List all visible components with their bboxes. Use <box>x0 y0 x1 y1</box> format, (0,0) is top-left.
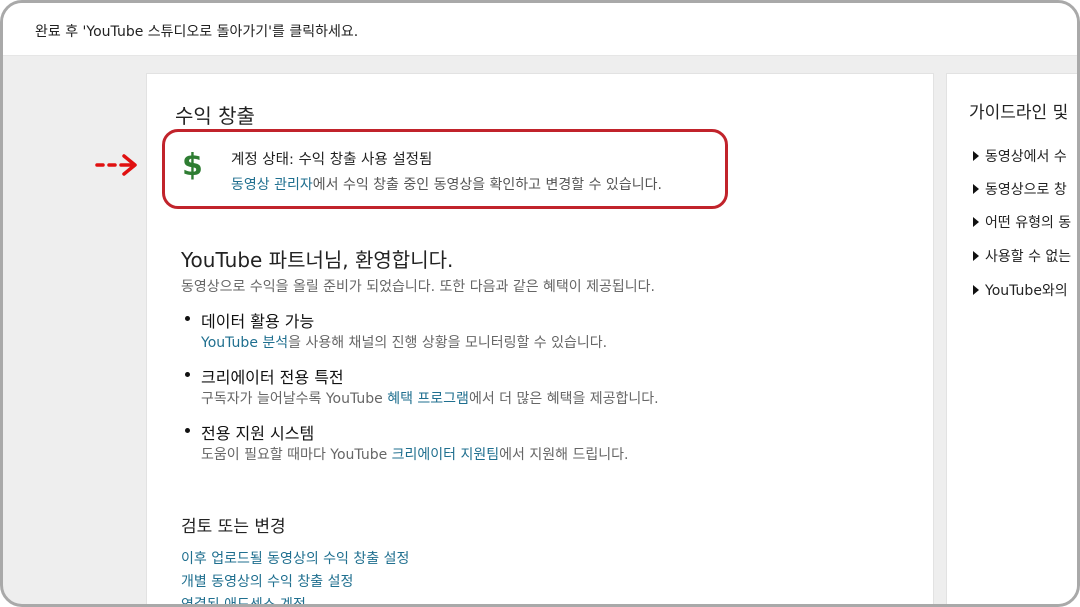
sidebar-item[interactable]: 어떤 유형의 동 <box>973 212 1071 232</box>
account-status-description: 동영상 관리자에서 수익 창출 중인 동영상을 확인하고 변경할 수 있습니다. <box>231 174 662 194</box>
sidebar-item[interactable]: YouTube와의 <box>973 280 1068 300</box>
instruction-bar: 완료 후 'YouTube 스튜디오로 돌아가기'를 클릭하세요. <box>3 3 1077 56</box>
bullet-icon <box>185 428 190 433</box>
status-desc-text: 에서 수익 창출 중인 동영상을 확인하고 변경할 수 있습니다. <box>312 177 662 193</box>
benefit-title: 전용 지원 시스템 <box>201 424 315 443</box>
sidebar-item[interactable]: 동영상으로 창 <box>973 179 1067 199</box>
sidebar-title: 가이드라인 및 <box>969 103 1069 123</box>
adsense-account-link[interactable]: 연결된 애드센스 계정 <box>181 594 306 604</box>
expand-triangle-icon <box>973 184 979 194</box>
sidebar-item[interactable]: 사용할 수 없는 <box>973 246 1071 266</box>
benefit-description: 도움이 필요할 때마다 YouTube 크리에이터 지원팀에서 지원해 드립니다… <box>201 447 629 463</box>
welcome-title: YouTube 파트너님, 환영합니다. <box>181 248 454 272</box>
account-status-highlight: $ 계정 상태: 수익 창출 사용 설정됨 동영상 관리자에서 수익 창출 중인… <box>162 129 728 209</box>
expand-triangle-icon <box>973 285 979 295</box>
future-uploads-monetization-link[interactable]: 이후 업로드될 동영상의 수익 창출 설정 <box>181 548 409 568</box>
bullet-icon <box>185 316 190 321</box>
review-section-title: 검토 또는 변경 <box>181 517 286 537</box>
expand-triangle-icon <box>973 151 979 161</box>
monetization-card: 수익 창출 $ 계정 상태: 수익 창출 사용 설정됨 동영상 관리자에서 수익… <box>146 73 934 604</box>
account-status-title: 계정 상태: 수익 창출 사용 설정됨 <box>231 152 433 168</box>
guidelines-sidebar: 가이드라인 및 동영상에서 수 동영상으로 창 어떤 유형의 동 사용할 수 없… <box>946 73 1077 604</box>
welcome-subtitle: 동영상으로 수익을 올릴 준비가 되었습니다. 또한 다음과 같은 혜택이 제공… <box>181 279 655 295</box>
screenshot-frame: 완료 후 'YouTube 스튜디오로 돌아가기'를 클릭하세요. 수익 창출 … <box>0 0 1080 607</box>
expand-triangle-icon <box>973 251 979 261</box>
expand-triangle-icon <box>973 217 979 227</box>
youtube-analytics-link[interactable]: YouTube 분석 <box>201 335 288 351</box>
instruction-text: 완료 후 'YouTube 스튜디오로 돌아가기'를 클릭하세요. <box>35 24 359 40</box>
sidebar-item[interactable]: 동영상에서 수 <box>973 146 1067 166</box>
red-dashed-arrow-icon <box>95 154 137 176</box>
creator-support-link[interactable]: 크리에이터 지원팀 <box>392 447 500 463</box>
dollar-icon: $ <box>182 148 203 183</box>
benefits-program-link[interactable]: 혜택 프로그램 <box>387 391 469 407</box>
benefit-description: YouTube 분석을 사용해 채널의 진행 상황을 모니터링할 수 있습니다. <box>201 335 608 351</box>
bullet-icon <box>185 372 190 377</box>
benefit-title: 크리에이터 전용 특전 <box>201 368 344 387</box>
benefit-description: 구독자가 늘어날수록 YouTube 혜택 프로그램에서 더 많은 혜택을 제공… <box>201 391 659 407</box>
page-title: 수익 창출 <box>175 104 255 128</box>
individual-video-monetization-link[interactable]: 개별 동영상의 수익 창출 설정 <box>181 571 353 591</box>
video-manager-link[interactable]: 동영상 관리자 <box>231 177 313 193</box>
benefit-title: 데이터 활용 가능 <box>201 312 315 331</box>
